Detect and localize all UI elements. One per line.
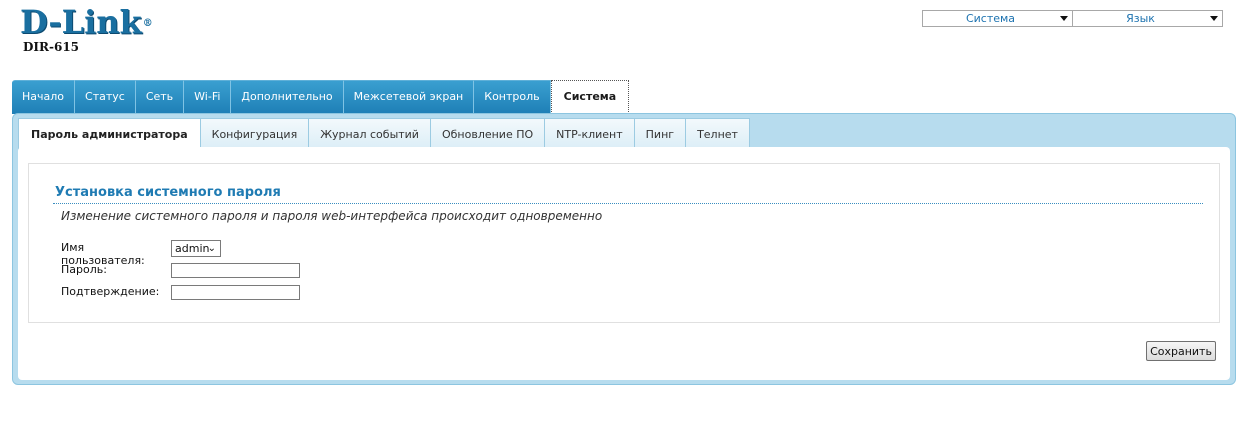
content-panel: Пароль администратора Конфигурация Журна… bbox=[12, 113, 1236, 385]
top-selects: Система Язык bbox=[922, 10, 1223, 27]
tab-home[interactable]: Начало bbox=[12, 80, 76, 114]
password-form: Установка системного пароля Изменение си… bbox=[28, 163, 1220, 323]
tab-control[interactable]: Контроль bbox=[474, 80, 551, 114]
tab-system[interactable]: Система bbox=[550, 80, 630, 114]
subtab-event-log[interactable]: Журнал событий bbox=[309, 118, 431, 149]
password-label: Пароль: bbox=[61, 263, 107, 276]
chevron-down-icon: ⌄ bbox=[207, 243, 216, 254]
sub-nav: Пароль администратора Конфигурация Журна… bbox=[18, 118, 750, 150]
tab-firewall[interactable]: Межсетевой экран bbox=[343, 80, 475, 114]
tab-status[interactable]: Статус bbox=[75, 80, 136, 114]
subtab-ntp-client[interactable]: NTP-клиент bbox=[545, 118, 635, 149]
language-dropdown-label: Язык bbox=[1126, 12, 1155, 25]
password-row: Пароль: bbox=[61, 263, 171, 276]
model-name: DIR-615 bbox=[23, 40, 80, 54]
save-button[interactable]: Сохранить bbox=[1146, 341, 1216, 361]
subtab-ping[interactable]: Пинг bbox=[634, 118, 687, 149]
username-value: admin bbox=[175, 242, 210, 255]
section-title: Установка системного пароля bbox=[55, 185, 281, 200]
tab-advanced[interactable]: Дополнительно bbox=[231, 80, 344, 114]
confirm-row: Подтверждение: bbox=[61, 285, 171, 298]
chevron-down-icon bbox=[1060, 16, 1068, 21]
subtab-admin-password[interactable]: Пароль администратора bbox=[18, 118, 201, 150]
system-dropdown-label: Система bbox=[965, 12, 1016, 25]
section-description: Изменение системного пароля и пароля web… bbox=[61, 209, 603, 223]
system-dropdown[interactable]: Система bbox=[922, 10, 1073, 27]
registered-mark: ® bbox=[142, 18, 153, 29]
tab-network[interactable]: Сеть bbox=[135, 80, 185, 114]
confirm-password-input[interactable] bbox=[171, 285, 300, 300]
subtab-firmware-update[interactable]: Обновление ПО bbox=[430, 118, 546, 149]
confirm-label: Подтверждение: bbox=[61, 285, 160, 298]
main-nav: Начало Статус Сеть Wi-Fi Дополнительно М… bbox=[12, 80, 630, 114]
dlink-logo: D-Link® bbox=[20, 3, 153, 41]
chevron-down-icon bbox=[1210, 16, 1218, 21]
panel-content: Установка системного пароля Изменение си… bbox=[18, 147, 1230, 380]
tab-wifi[interactable]: Wi-Fi bbox=[184, 80, 232, 114]
logo-text: D-Link bbox=[20, 3, 142, 41]
router-admin-page: D-Link® DIR-615 Система Язык Начало Стат… bbox=[0, 0, 1251, 439]
subtab-configuration[interactable]: Конфигурация bbox=[200, 118, 310, 149]
password-input[interactable] bbox=[171, 263, 300, 278]
subtab-telnet[interactable]: Телнет bbox=[686, 118, 750, 149]
username-select[interactable]: admin ⌄ bbox=[171, 240, 221, 257]
section-divider bbox=[53, 203, 1203, 204]
language-dropdown[interactable]: Язык bbox=[1073, 10, 1223, 27]
